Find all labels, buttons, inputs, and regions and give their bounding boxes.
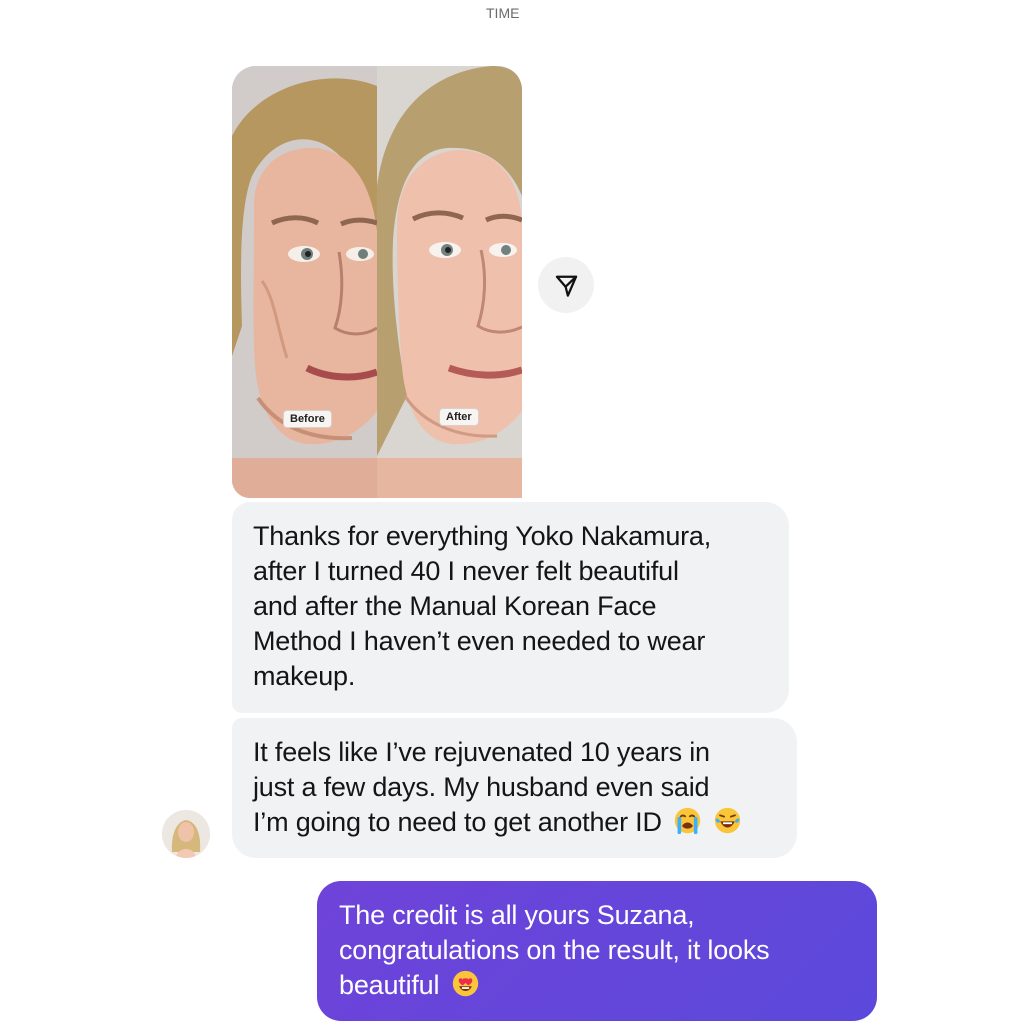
message-line: Method I haven’t even needed to wear	[253, 626, 706, 656]
message-text: beautiful	[339, 970, 440, 1000]
after-photo[interactable]: After	[377, 66, 522, 498]
avatar-photo	[162, 810, 210, 858]
send-icon	[555, 275, 577, 297]
message-line: congratulations on the result, it looks	[339, 935, 770, 965]
message-line: The credit is all yours Suzana,	[339, 900, 695, 930]
outgoing-message-bubble[interactable]: The credit is all yours Suzana, congratu…	[317, 881, 877, 1021]
before-after-photo-message[interactable]: Before After	[232, 66, 522, 498]
before-photo[interactable]: Before	[232, 66, 377, 498]
message-line: It feels like I’ve rejuvenated 10 years …	[253, 737, 710, 767]
loudly-crying-face-emoji	[674, 808, 701, 835]
top-cut-text: TIME	[486, 6, 520, 21]
chat-screen: TIME Before After Thanks for everything …	[0, 0, 1024, 1024]
after-label: After	[439, 408, 479, 426]
message-line: just a few days. My husband even said	[253, 772, 710, 802]
before-face-illustration	[232, 66, 377, 498]
message-line-with-emoji: beautiful	[339, 968, 856, 1003]
message-line-with-emoji: I’m going to need to get another ID	[253, 805, 776, 840]
message-text: I’m going to need to get another ID	[253, 807, 662, 837]
avatar[interactable]	[162, 810, 210, 858]
message-line: Thanks for everything Yoko Nakamura,	[253, 521, 712, 551]
message-line: makeup.	[253, 661, 356, 691]
incoming-message-bubble[interactable]: Thanks for everything Yoko Nakamura, aft…	[232, 502, 789, 713]
before-label: Before	[283, 410, 332, 428]
message-line: after I turned 40 I never felt beautiful	[253, 556, 679, 586]
tears-of-joy-emoji	[715, 808, 741, 834]
after-face-illustration	[377, 66, 522, 498]
heart-eyes-emoji	[452, 971, 478, 997]
share-button[interactable]	[538, 257, 594, 313]
incoming-message-bubble[interactable]: It feels like I’ve rejuvenated 10 years …	[232, 718, 797, 858]
message-line: and after the Manual Korean Face	[253, 591, 657, 621]
